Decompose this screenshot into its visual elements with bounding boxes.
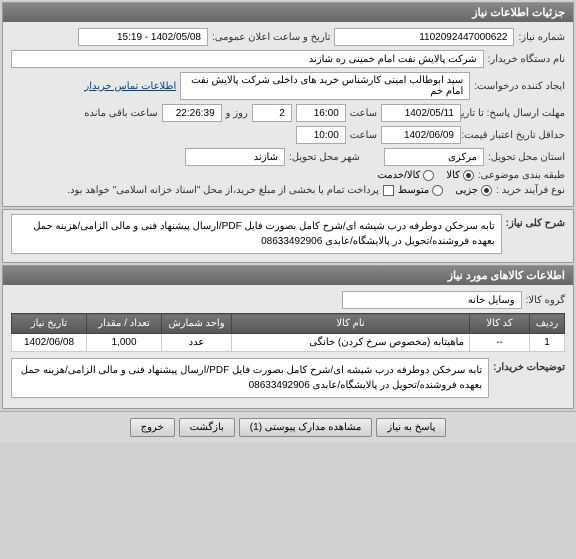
radio-goods[interactable] — [463, 170, 474, 181]
cell-code: -- — [470, 334, 530, 352]
public-date-value: 1402/05/08 - 15:19 — [78, 28, 208, 46]
back-button[interactable]: بازگشت — [179, 418, 235, 437]
remaining-time: 22:26:39 — [162, 104, 222, 122]
hour-label-1: ساعت — [350, 108, 377, 119]
exit-button[interactable]: خروج — [130, 418, 175, 437]
need-no-value: 1102092447000622 — [334, 28, 514, 46]
public-date-label: تاریخ و ساعت اعلان عمومی: — [212, 32, 331, 43]
desc-text: تابه سرخکن دوطرفه درب شیشه ای/شرح کامل ب… — [11, 214, 502, 254]
need-no-label: شماره نیاز: — [518, 32, 565, 43]
col-qty: تعداد / مقدار — [87, 314, 162, 334]
remaining-label: ساعت باقی مانده — [84, 108, 157, 119]
buy-type-label: نوع فرآیند خرید : — [496, 185, 565, 196]
desc-header: شرح کلی نیاز: — [506, 214, 565, 229]
group-label: گروه کالا: — [526, 295, 565, 306]
deadline-time: 16:00 — [296, 104, 346, 122]
deadline-send-label: مهلت ارسال پاسخ: تا تاریخ: — [465, 108, 565, 119]
buy-type-group: جزیی متوسط — [398, 185, 492, 196]
cell-row: 1 — [530, 334, 565, 352]
cell-qty: 1,000 — [87, 334, 162, 352]
group-value: وسایل خانه — [342, 291, 522, 309]
creator-value: سید ابوطالب امینی کارشناس خرید های داخلی… — [180, 72, 470, 100]
respond-button[interactable]: پاسخ به نیاز — [376, 418, 446, 437]
radio-goods-service-label: کالا/خدمت — [377, 170, 420, 181]
cell-name: ماهیتابه (مخصوص سرخ کردن) خانگی — [232, 334, 470, 352]
table-row[interactable]: 1 -- ماهیتابه (مخصوص سرخ کردن) خانگی عدد… — [12, 334, 565, 352]
validity-label: حداقل تاریخ اعتبار قیمت: تا تاریخ: — [465, 130, 565, 141]
items-table: ردیف کد کالا نام کالا واحد شمارش تعداد /… — [11, 313, 565, 352]
treasury-checkbox[interactable] — [383, 185, 394, 196]
cell-unit: عدد — [162, 334, 232, 352]
days-value: 2 — [252, 104, 292, 122]
col-row: ردیف — [530, 314, 565, 334]
hour-label-2: ساعت — [350, 130, 377, 141]
province-label: استان محل تحویل: — [488, 152, 565, 163]
cell-date: 1402/06/08 — [12, 334, 87, 352]
days-label: روز و — [226, 108, 248, 119]
radio-partial[interactable] — [481, 185, 492, 196]
col-date: تاریخ نیاز — [12, 314, 87, 334]
pack-radio-group: کالا کالا/خدمت — [377, 170, 473, 181]
city-label: شهر محل تحویل: — [289, 152, 360, 163]
buyer-value: شرکت پالایش نفت امام خمینی ره شازند — [11, 50, 484, 68]
creator-label: ایجاد کننده درخواست: — [474, 81, 565, 92]
col-code: کد کالا — [470, 314, 530, 334]
buyer-note-label: توضیحات خریدار: — [493, 358, 565, 373]
footer-buttons: پاسخ به نیاز مشاهده مدارک پیوستی (1) باز… — [0, 411, 576, 443]
col-unit: واحد شمارش — [162, 314, 232, 334]
radio-medium[interactable] — [432, 185, 443, 196]
payment-note: پرداخت تمام یا بخشی از مبلغ خرید،از محل … — [67, 185, 379, 196]
buyer-note: تابه سرخکن دوطرفه درب شیشه ای/شرح کامل ب… — [11, 358, 489, 398]
radio-goods-service[interactable] — [423, 170, 434, 181]
city-value: شازند — [185, 148, 285, 166]
radio-medium-label: متوسط — [398, 185, 429, 196]
contact-link[interactable]: اطلاعات تماس خریدار — [84, 81, 176, 92]
deadline-date: 1402/05/11 — [381, 104, 461, 122]
radio-goods-label: کالا — [446, 170, 460, 181]
province-value: مرکزی — [384, 148, 484, 166]
buyer-label: نام دستگاه خریدار: — [488, 54, 565, 65]
radio-partial-label: جزیی — [455, 185, 478, 196]
items-panel: اطلاعات کالاهای مورد نیاز گروه کالا: وسا… — [2, 265, 574, 409]
need-details-panel: جزئیات اطلاعات نیاز شماره نیاز: 11020924… — [2, 2, 574, 207]
items-header[interactable]: اطلاعات کالاهای مورد نیاز — [3, 266, 573, 285]
pack-label: طبقه بندی موضوعی: — [478, 170, 565, 181]
validity-date: 1402/06/09 — [381, 126, 461, 144]
col-name: نام کالا — [232, 314, 470, 334]
validity-time: 10:00 — [296, 126, 346, 144]
panel-header[interactable]: جزئیات اطلاعات نیاز — [3, 3, 573, 22]
desc-panel: شرح کلی نیاز: تابه سرخکن دوطرفه درب شیشه… — [2, 209, 574, 263]
attachments-button[interactable]: مشاهده مدارک پیوستی (1) — [239, 418, 373, 437]
